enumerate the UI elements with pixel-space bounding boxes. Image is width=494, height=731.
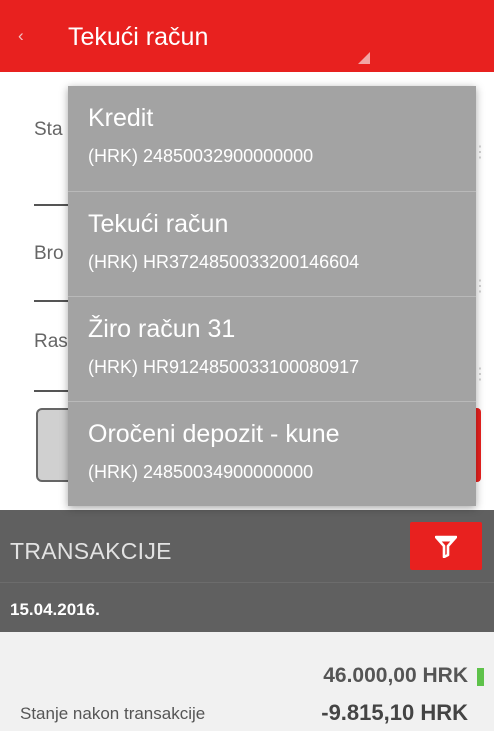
transaction-date: 15.04.2016. [10,600,100,619]
item-number: (HRK) HR9124850033100080917 [88,357,360,377]
item-name: Kredit [88,104,154,132]
account-number-label: Bro [34,243,64,264]
filter-button[interactable] [410,522,482,570]
dropdown-item-ziro-racun[interactable]: Žiro račun 31 (HRK) HR912485003310008091… [68,296,476,401]
account-dropdown: Kredit (HRK) 24850032900000000 Tekući ra… [68,86,476,506]
filter-icon [435,535,457,558]
back-icon[interactable]: ‹ [18,27,24,45]
dropdown-item-oroceni-depozit[interactable]: Oročeni depozit - kune (HRK) 24850034900… [68,401,476,506]
item-number: (HRK) 24850032900000000 [88,146,314,166]
positive-indicator [477,668,484,686]
available-label: Ras [34,331,68,352]
item-name: Tekući račun [88,210,229,238]
action-button-red[interactable] [476,408,481,482]
item-name: Žiro račun 31 [88,315,236,343]
balance-label: Sta [34,119,63,140]
dropdown-item-kredit[interactable]: Kredit (HRK) 24850032900000000 [68,86,476,191]
account-selector[interactable]: Tekući račun [68,24,208,50]
item-name: Oročeni depozit - kune [88,420,340,448]
transaction-row[interactable]: 46.000,00 HRK Stanje nakon transakcije -… [0,632,494,731]
transaction-amount: 46.000,00 HRK [323,664,468,687]
date-group-header: 15.04.2016. [0,582,494,631]
dropdown-item-tekuci-racun[interactable]: Tekući račun (HRK) HR3724850033200146604 [68,191,476,296]
balance-after-value: -9.815,10 HRK [321,700,468,725]
balance-after-label: Stanje nakon transakcije [20,704,206,723]
app-header: ‹ Tekući račun [0,0,494,72]
transactions-section: TRANSAKCIJE 15.04.2016. [0,510,494,632]
item-number: (HRK) 24850034900000000 [88,462,314,482]
dropdown-triangle-icon[interactable] [358,52,370,64]
item-number: (HRK) HR3724850033200146604 [88,252,360,272]
transactions-title: TRANSAKCIJE [10,538,172,564]
